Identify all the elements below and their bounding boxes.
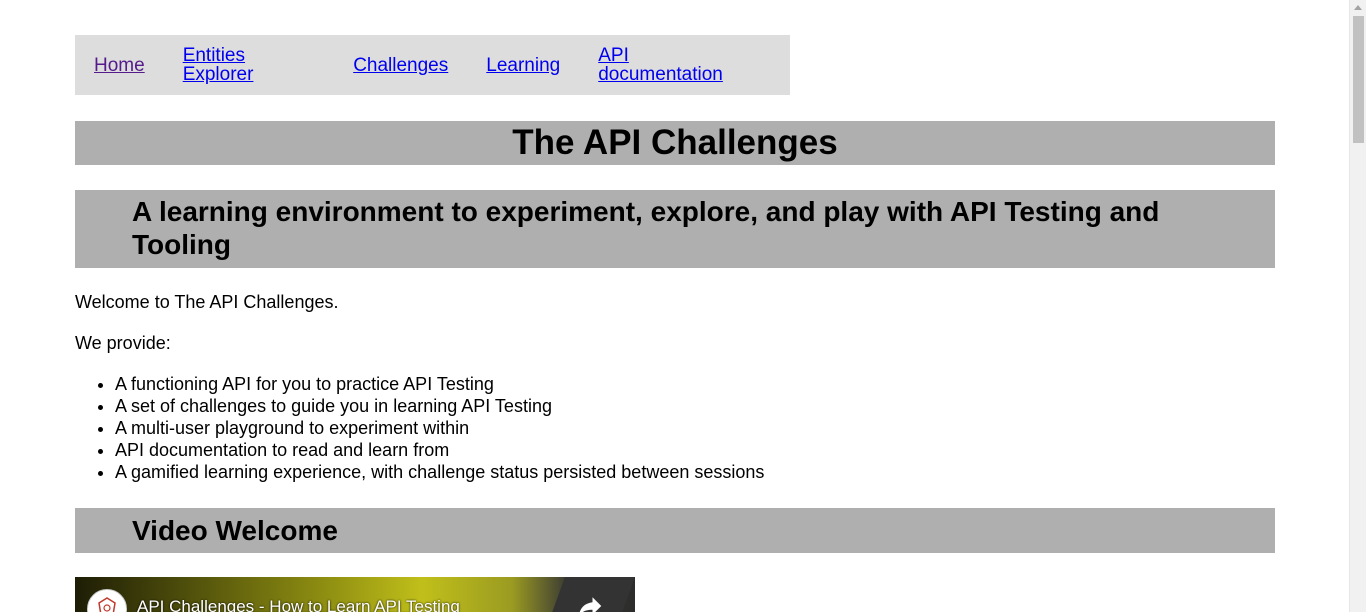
- nav-link-entities-explorer[interactable]: Entities Explorer: [183, 46, 316, 84]
- channel-avatar-icon[interactable]: [87, 589, 127, 612]
- vertical-scrollbar[interactable]: [1349, 0, 1366, 612]
- nav-link-challenges[interactable]: Challenges: [353, 56, 448, 75]
- list-item: A set of challenges to guide you in lear…: [115, 395, 764, 417]
- video-section-heading: Video Welcome: [75, 508, 1275, 553]
- nav-link-api-documentation[interactable]: API documentation: [598, 46, 752, 84]
- welcome-text: Welcome to The API Challenges.: [75, 292, 339, 312]
- list-item: A multi-user playground to experiment wi…: [115, 417, 764, 439]
- list-item: A gamified learning experience, with cha…: [115, 461, 764, 483]
- video-embed[interactable]: API Challenges - How to Learn API Testin…: [75, 577, 635, 612]
- scroll-up-arrow-icon[interactable]: [1354, 5, 1362, 10]
- share-icon[interactable]: [575, 591, 605, 612]
- nav-link-home[interactable]: Home: [94, 56, 145, 75]
- provide-text: We provide:: [75, 333, 171, 353]
- scrollbar-thumb[interactable]: [1353, 16, 1364, 143]
- top-nav: Home Entities Explorer Challenges Learni…: [75, 35, 790, 95]
- page: Home Entities Explorer Challenges Learni…: [0, 0, 1366, 612]
- features-list: A functioning API for you to practice AP…: [75, 373, 764, 483]
- nav-link-learning[interactable]: Learning: [486, 56, 560, 75]
- list-item: A functioning API for you to practice AP…: [115, 373, 764, 395]
- page-title: The API Challenges: [75, 121, 1275, 165]
- list-item: API documentation to read and learn from: [115, 439, 764, 461]
- page-subtitle: A learning environment to experiment, ex…: [75, 190, 1275, 268]
- video-title-link[interactable]: API Challenges - How to Learn API Testin…: [137, 597, 460, 612]
